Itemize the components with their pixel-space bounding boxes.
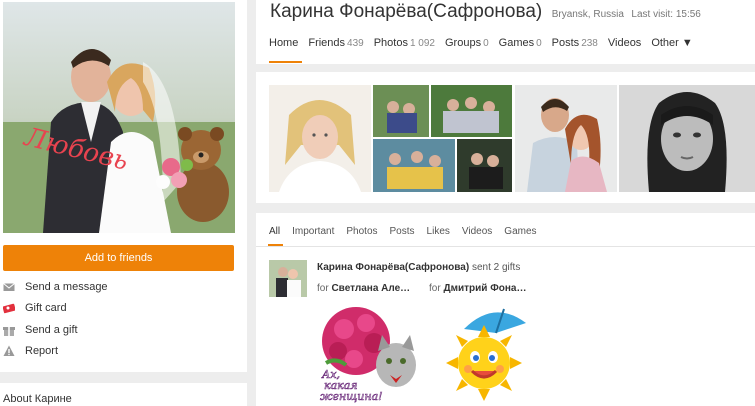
nav-games[interactable]: Games 0 <box>499 37 542 63</box>
gift-image-flowers-cat[interactable]: Ах, какая женщина! <box>316 303 420 403</box>
warning-icon <box>3 345 15 357</box>
envelope-icon <box>3 281 15 293</box>
last-visit: Last visit: 15:56 <box>631 9 701 20</box>
send-message-link[interactable]: Send a message <box>3 276 108 298</box>
send-gift-label: Send a gift <box>25 323 78 336</box>
feed-divider <box>256 246 755 247</box>
about-section[interactable]: About Карине <box>0 383 247 406</box>
profile-avatar[interactable]: Любовь <box>3 2 235 233</box>
gift-icon <box>3 324 15 336</box>
gift-card-label: Gift card <box>25 302 67 315</box>
feed-tab-games[interactable]: Games <box>504 226 536 246</box>
nav-groups[interactable]: Groups 0 <box>445 37 489 63</box>
profile-location: Bryansk, Russia <box>551 9 624 20</box>
groups-count: 0 <box>483 38 489 49</box>
gift-image-sun[interactable] <box>434 303 538 403</box>
send-message-label: Send a message <box>25 280 108 293</box>
profile-header: Карина Фонарёва(Сафронова) Bryansk, Russ… <box>256 0 755 64</box>
photo-thumb[interactable] <box>269 85 371 192</box>
feed-tab-videos[interactable]: Videos <box>462 226 492 246</box>
feed-tab-all[interactable]: All <box>267 226 284 246</box>
post-author-link[interactable]: Карина Фонарёва(Сафронова) <box>317 262 469 273</box>
nav-other[interactable]: Other ▼ <box>651 37 692 63</box>
recipient-link[interactable]: Светлана Але… <box>331 283 410 294</box>
games-count: 0 <box>536 38 542 49</box>
profile-card: Любовь Add to friends Send a message Gif… <box>0 0 247 372</box>
gift-text-line-3: женщина! <box>320 390 383 403</box>
profile-nav: Home Friends 439 Photos 1 092 Groups 0 Game… <box>269 37 703 63</box>
friends-count: 439 <box>347 38 364 49</box>
nav-home[interactable]: Home <box>269 37 303 63</box>
feed-tabs: All Important Photos Posts Likes Videos … <box>267 226 549 246</box>
recipient-link[interactable]: Дмитрий Фона… <box>443 283 526 294</box>
nav-photos[interactable]: Photos 1 092 <box>374 37 435 63</box>
photo-thumb[interactable] <box>515 85 617 192</box>
send-gift-link[interactable]: Send a gift <box>3 319 108 341</box>
nav-videos[interactable]: Videos <box>608 37 641 63</box>
name-row: Карина Фонарёва(Сафронова) Bryansk, Russ… <box>270 1 701 23</box>
feed-tab-likes[interactable]: Likes <box>427 226 450 246</box>
post-header: Карина Фонарёва(Сафронова) sent 2 gifts <box>317 262 520 273</box>
feed-tab-posts[interactable]: Posts <box>390 226 415 246</box>
report-link[interactable]: Report <box>3 341 108 363</box>
profile-actions: Send a message Gift card Send a gift Rep… <box>2 276 108 363</box>
about-title: About Карине <box>3 393 72 405</box>
post-action-text: sent 2 gifts <box>471 262 521 273</box>
left-column: Любовь Add to friends Send a message Gif… <box>0 0 247 406</box>
nav-friends[interactable]: Friends 439 <box>308 37 363 63</box>
gift-card-icon <box>2 302 16 314</box>
gift-recipient-2: for Дмитрий Фона… <box>429 283 527 294</box>
gift-card-link[interactable]: Gift card <box>2 298 108 320</box>
feed-tab-important[interactable]: Important <box>292 226 334 246</box>
photos-strip <box>256 72 755 203</box>
photo-thumb[interactable] <box>619 85 755 192</box>
nav-posts[interactable]: Posts 238 <box>552 37 598 63</box>
post-author-avatar[interactable] <box>269 260 307 297</box>
profile-name: Карина Фонарёва(Сафронова) <box>270 1 543 22</box>
posts-count: 238 <box>581 38 598 49</box>
gift-recipient-1: for Светлана Але… <box>317 283 411 294</box>
add-to-friends-button[interactable]: Add to friends <box>3 245 234 271</box>
report-label: Report <box>25 345 59 358</box>
feed-tab-photos[interactable]: Photos <box>346 226 377 246</box>
feed-section: All Important Photos Posts Likes Videos … <box>256 213 755 406</box>
photos-count: 1 092 <box>409 38 435 49</box>
photo-collage-thumb[interactable] <box>373 85 512 192</box>
